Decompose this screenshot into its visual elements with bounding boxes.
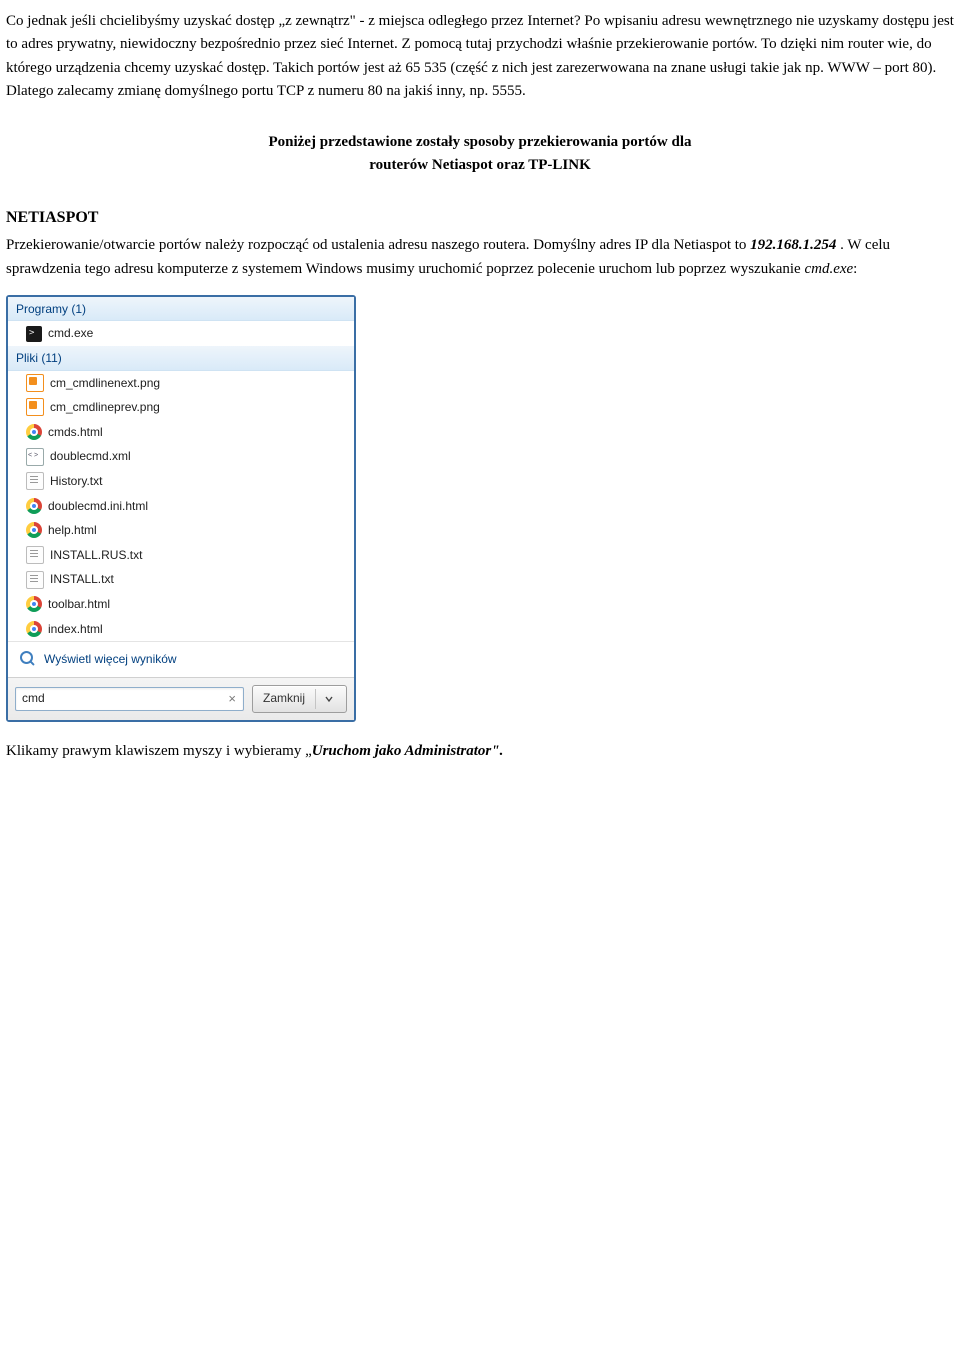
result-label: toolbar.html: [48, 595, 110, 614]
clear-search-icon[interactable]: ×: [225, 689, 239, 709]
shutdown-label: Zamknij: [263, 689, 305, 708]
group-header-programs: Programy (1): [8, 297, 354, 322]
ip-address: 192.168.1.254: [750, 237, 836, 253]
callout-line2: routerów Netiaspot oraz TP-LINK: [369, 157, 591, 173]
text-file-icon: [26, 472, 44, 490]
result-label: INSTALL.txt: [50, 570, 114, 589]
para2-colon: :: [853, 261, 857, 277]
chrome-icon: [26, 621, 42, 637]
chrome-icon: [26, 522, 42, 538]
image-file-icon: [26, 398, 44, 416]
result-item-file[interactable]: doublecmd.xml: [8, 444, 354, 469]
search-input[interactable]: cmd ×: [15, 687, 244, 711]
image-file-icon: [26, 374, 44, 392]
result-item-file[interactable]: History.txt: [8, 469, 354, 494]
result-label: help.html: [48, 521, 97, 540]
group-header-files: Pliki (11): [8, 346, 354, 371]
result-item-file[interactable]: help.html: [8, 518, 354, 543]
search-bottom-bar: cmd × Zamknij: [8, 677, 354, 720]
chrome-icon: [26, 596, 42, 612]
cmd-icon: [26, 326, 42, 342]
chrome-icon: [26, 498, 42, 514]
callout-line1: Poniżej przedstawione zostały sposoby pr…: [268, 134, 691, 150]
centered-callout: Poniżej przedstawione zostały sposoby pr…: [6, 131, 954, 178]
result-item-file[interactable]: cm_cmdlineprev.png: [8, 395, 354, 420]
result-label: cm_cmdlineprev.png: [50, 398, 160, 417]
shutdown-button[interactable]: Zamknij: [252, 685, 347, 713]
start-menu-search-panel: Programy (1) cmd.exe Pliki (11) cm_cmdli…: [6, 295, 356, 722]
paragraph-netiaspot: Przekierowanie/otwarcie portów należy ro…: [6, 234, 954, 281]
paragraph-intro: Co jednak jeśli chcielibyśmy uzyskać dos…: [6, 10, 954, 103]
chrome-icon: [26, 424, 42, 440]
result-label: index.html: [48, 620, 103, 639]
result-item-file[interactable]: cmds.html: [8, 420, 354, 445]
cmd-filename: cmd.exe: [804, 261, 853, 277]
text-file-icon: [26, 546, 44, 564]
result-item-program[interactable]: cmd.exe: [8, 321, 354, 346]
result-item-file[interactable]: toolbar.html: [8, 592, 354, 617]
result-item-file[interactable]: index.html: [8, 617, 354, 642]
result-item-file[interactable]: cm_cmdlinenext.png: [8, 371, 354, 396]
more-results-label: Wyświetl więcej wyników: [44, 650, 177, 669]
result-label: doublecmd.xml: [50, 447, 131, 466]
paragraph-run-as-admin: Klikamy prawym klawiszem myszy i wybiera…: [6, 740, 954, 763]
result-label: cmd.exe: [48, 324, 93, 343]
show-more-results[interactable]: Wyświetl więcej wyników: [8, 641, 354, 677]
result-label: History.txt: [50, 472, 102, 491]
run-as-admin-text: Uruchom jako Administrator".: [312, 743, 504, 759]
text-file-icon: [26, 571, 44, 589]
para2-a: Przekierowanie/otwarcie portów należy ro…: [6, 237, 750, 253]
last-line-a: Klikamy prawym klawiszem myszy i wybiera…: [6, 743, 312, 759]
result-item-file[interactable]: doublecmd.ini.html: [8, 494, 354, 519]
result-label: cmds.html: [48, 423, 103, 442]
result-label: doublecmd.ini.html: [48, 497, 148, 516]
result-label: INSTALL.RUS.txt: [50, 546, 142, 565]
search-input-text: cmd: [20, 689, 225, 708]
result-item-file[interactable]: INSTALL.RUS.txt: [8, 543, 354, 568]
result-label: cm_cmdlinenext.png: [50, 374, 160, 393]
search-icon: [20, 651, 36, 667]
shutdown-options-chevron[interactable]: [315, 689, 336, 709]
result-item-file[interactable]: INSTALL.txt: [8, 567, 354, 592]
xml-file-icon: [26, 448, 44, 466]
section-heading-netiaspot: NETIASPOT: [6, 206, 954, 231]
